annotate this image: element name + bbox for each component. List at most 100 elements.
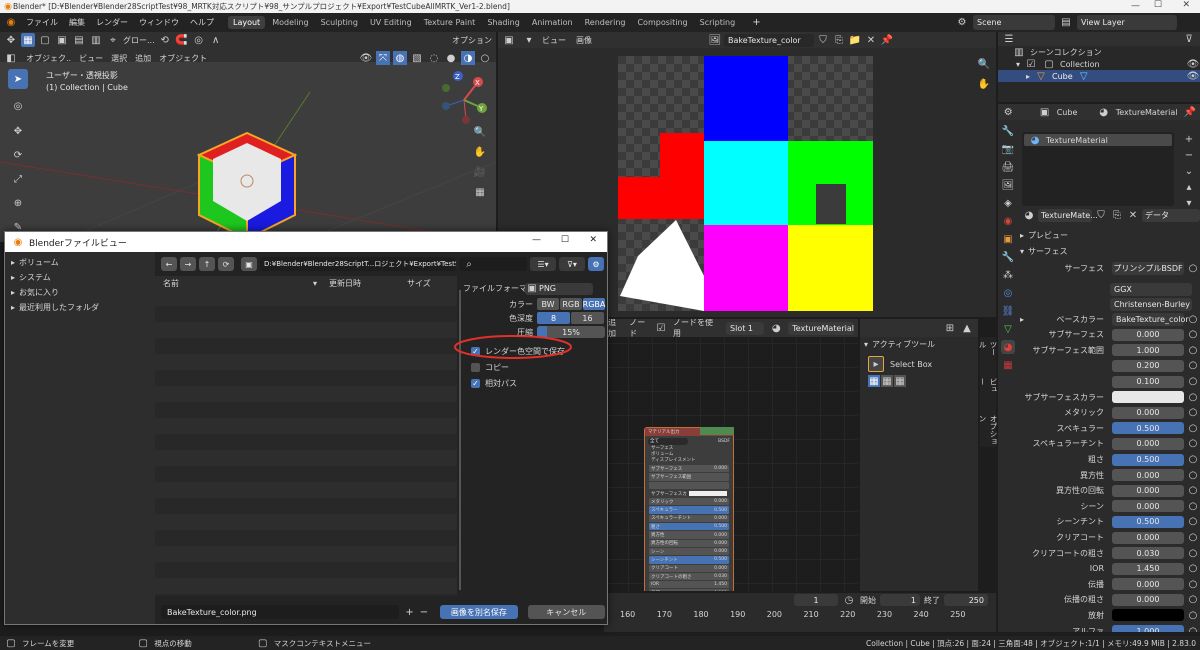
property-value-field[interactable]: 0.000 (1112, 578, 1184, 591)
size-column-header[interactable]: サイズ (407, 278, 431, 289)
node-menu-item[interactable]: ノード (629, 319, 649, 339)
property-value-field[interactable]: 0.500 (1112, 453, 1184, 466)
node-input-row[interactable]: 粗さ 0.500 (649, 523, 729, 531)
outliner-type-icon[interactable]: ☰ (1002, 32, 1016, 46)
particles-tab-icon[interactable]: ⁂ (1001, 268, 1015, 282)
name-column-header[interactable]: 名前 (163, 278, 313, 289)
property-value-field[interactable]: 0.000 (1112, 406, 1184, 419)
workspace-tab[interactable]: Shading (482, 16, 525, 29)
decrement-button[interactable]: − (420, 607, 428, 618)
pin-icon[interactable]: 📌 (880, 33, 894, 47)
workspace-tab[interactable]: Modeling (267, 16, 313, 29)
base-color-field[interactable]: BakeTexture_color (1112, 313, 1189, 326)
material-tab-icon[interactable]: ◕ (1001, 340, 1015, 354)
parent-dir-icon[interactable]: ↑ (199, 257, 215, 271)
expand-icon[interactable]: ▸ (11, 273, 15, 282)
bsdf-node[interactable]: マテリアル出力 全て BSDF サーフェス ボリューム ディスプレイスメント サブサ… (644, 427, 734, 591)
back-icon[interactable]: ← (161, 257, 177, 271)
properties-type-icon[interactable]: ⚙ (1002, 105, 1014, 119)
fake-user-icon[interactable]: ⛉ (816, 33, 830, 47)
view-layer-selector[interactable]: View Layer (1077, 15, 1177, 30)
modifier-tab-icon[interactable]: 🔧 (1001, 250, 1015, 264)
node-input-row[interactable]: スペキュラー 0.500 (649, 506, 729, 514)
search-input[interactable]: ⌕ (459, 257, 527, 271)
menu-item[interactable]: ヘルプ (190, 17, 214, 28)
constraints-tab-icon[interactable]: ⛓ (1001, 304, 1015, 318)
date-column-header[interactable]: 更新日時 (329, 278, 407, 289)
dialog-close-button[interactable]: ✕ (589, 235, 597, 245)
cube-object[interactable] (195, 129, 300, 242)
blender-menu-icon[interactable]: ◉ (4, 16, 18, 30)
slot-menu-icon[interactable]: ⌄ (1182, 164, 1196, 178)
node-input-row[interactable]: メタリック 0.000 (649, 498, 729, 506)
node-input-row[interactable]: スペキュラーチント 0.000 (649, 514, 729, 523)
path-field[interactable]: D:¥Blender¥Blender28ScriptT...ロジェクト¥Expo… (260, 257, 456, 271)
image-zoom-icon[interactable]: 🔍 (976, 56, 992, 72)
image-menu-item[interactable]: ビュー (542, 35, 566, 46)
settings-gear-icon[interactable]: ⚙ (588, 257, 604, 271)
expand-icon[interactable]: ▸ (11, 303, 15, 312)
outliner-filter-icon[interactable]: ⊽ (1182, 32, 1196, 46)
node-menu-item[interactable]: 追加 (608, 319, 621, 339)
node-editor[interactable]: 追加 ノード ☑ ノードを使用 Slot 1 ◕ TextureMaterial … (604, 319, 858, 591)
slot-selector[interactable]: Slot 1 (726, 321, 765, 335)
tool-tab-icon[interactable]: 🔧 (1001, 124, 1015, 138)
node-input-row[interactable]: サブサーフェスカ (649, 489, 729, 498)
workspace-tab[interactable]: Compositing (632, 16, 692, 29)
checkbox-checked-icon[interactable]: ✓ (471, 378, 480, 388)
output-tab-icon[interactable]: 🖨 (1001, 160, 1015, 174)
node-input-row[interactable]: クリアコートの粗さ 0.030 (649, 572, 729, 581)
refresh-icon[interactable]: ⟳ (218, 257, 234, 271)
property-value-field[interactable]: 0.000 (1112, 437, 1184, 450)
pan-hand-icon[interactable]: ✋ (472, 144, 488, 160)
property-value-field[interactable]: 1.000 (1112, 344, 1184, 357)
property-value-field[interactable]: 0.000 (1112, 328, 1184, 341)
camera-icon[interactable]: 🎥 (472, 164, 488, 180)
add-workspace-button[interactable]: + (752, 17, 760, 28)
node-input-row[interactable]: 異方性の回転 0.000 (649, 539, 729, 547)
node-input-row[interactable]: IOR 1.450 (649, 581, 729, 589)
surface-panel-header[interactable]: ▾ サーフェス (1020, 244, 1198, 258)
maximize-button[interactable]: ☐ (1154, 0, 1162, 10)
menu-item[interactable]: 編集 (69, 17, 85, 28)
menu-item[interactable]: ウィンドウ (139, 17, 179, 28)
zoom-icon[interactable]: 🔍 (472, 124, 488, 140)
node-input-row[interactable]: 伝播0.000 (649, 589, 729, 591)
file-list[interactable]: 名前 ▾ 更新日時 サイズ (155, 276, 457, 596)
distribution-selector[interactable]: GGX (1110, 283, 1192, 296)
node-input-row[interactable]: クリアコート 0.000 (649, 564, 729, 572)
color-depth-option[interactable]: 8 (537, 312, 570, 324)
move-slot-up-icon[interactable]: ▴ (1182, 180, 1196, 194)
outliner-cube-row[interactable]: ▸ ▽ Cube ▽ 👁 (998, 70, 1200, 82)
end-frame-field[interactable]: 250 (944, 594, 988, 606)
render-tab-icon[interactable]: 📷 (1001, 142, 1015, 156)
snap-icon[interactable]: ⊞ (943, 321, 957, 335)
property-value-field[interactable]: 0.000 (1112, 500, 1184, 513)
menu-item[interactable]: ファイル (26, 17, 58, 28)
node-input-row[interactable]: シーン 0.000 (649, 547, 729, 556)
node-input-row[interactable]: サブサーフェス範囲 (649, 473, 729, 481)
workspace-tab[interactable]: Layout (228, 16, 266, 29)
property-value-field[interactable]: 1.450 (1112, 562, 1184, 575)
increment-button[interactable]: + (405, 607, 413, 618)
file-format-selector[interactable]: ▣ PNG (525, 282, 593, 295)
node-socket-row[interactable]: ディスプレイスメント (645, 458, 733, 464)
properties-editor[interactable]: ⚙ ▣ Cube ◕ TextureMaterial 📌 🔧 📷 🖨 🖼 ◈ ◉… (998, 104, 1200, 632)
current-frame-field[interactable]: 1 (794, 594, 838, 606)
node-input-row[interactable]: シーンチント 0.500 (649, 556, 729, 564)
tool-tab[interactable]: ツール (977, 341, 999, 360)
property-value-field[interactable] (1112, 391, 1184, 404)
sss-method-selector[interactable]: Christensen-Burley (1110, 298, 1192, 311)
options-tab[interactable]: オプション (977, 415, 999, 447)
workspace-tab[interactable]: Rendering (580, 16, 631, 29)
sidebar-toggle-icon[interactable]: ▾ (522, 33, 536, 47)
new-folder-icon[interactable]: ▣ (241, 257, 257, 271)
pin-icon[interactable]: 📌 (1184, 105, 1196, 119)
display-mode-icon[interactable]: ☰▾ (530, 257, 556, 271)
property-value-field[interactable]: 0.000 (1112, 593, 1184, 606)
remove-slot-icon[interactable]: − (1182, 148, 1196, 162)
expand-icon[interactable]: ▸ (11, 288, 15, 297)
unlink-material-icon[interactable]: ✕ (1126, 208, 1140, 222)
node-input-row[interactable] (649, 481, 729, 489)
property-value-field[interactable]: 0.500 (1112, 422, 1184, 435)
